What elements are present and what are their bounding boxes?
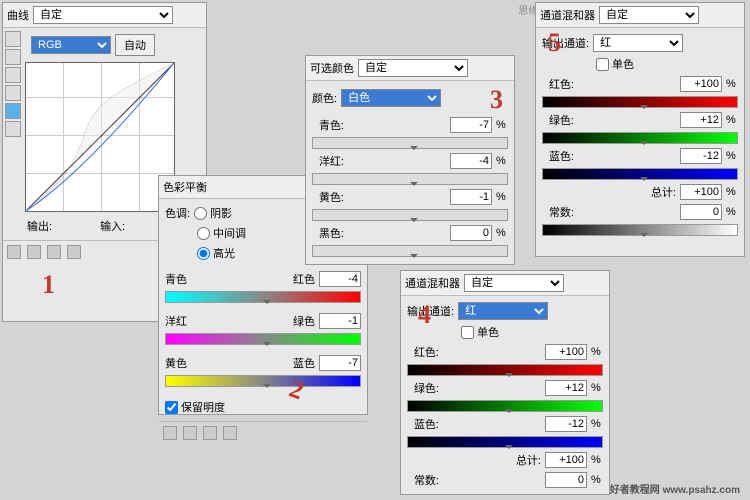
cm4-title: 通道混和器 <box>405 275 460 291</box>
sc-slider-m[interactable] <box>312 173 508 185</box>
sc-m[interactable] <box>450 153 492 169</box>
cb-slider3[interactable] <box>165 375 361 387</box>
cm4-slider-g[interactable] <box>407 400 603 412</box>
eyedropper-white-icon[interactable] <box>5 85 21 101</box>
curve-icon[interactable] <box>5 103 21 119</box>
eye-icon[interactable] <box>183 426 197 440</box>
clip-icon[interactable] <box>7 245 21 259</box>
cm4-b[interactable] <box>545 416 587 432</box>
eyedropper-gray-icon[interactable] <box>5 67 21 83</box>
sc-slider-k[interactable] <box>312 245 508 257</box>
sc-title: 可选颜色 <box>310 60 354 76</box>
tone-label: 色调: <box>165 205 190 221</box>
cb-val1[interactable] <box>319 271 361 287</box>
cm4-slider-r[interactable] <box>407 364 603 376</box>
curves-title: 曲线 <box>7 7 29 23</box>
cyan-label: 青色 <box>165 271 187 287</box>
sc-slider-c[interactable] <box>312 137 508 149</box>
eye-icon[interactable] <box>27 245 41 259</box>
cm4-preset[interactable]: 自定 <box>464 274 564 292</box>
cm5-t[interactable] <box>680 184 722 200</box>
input-label: 输入: <box>100 218 125 234</box>
cm5-preset[interactable]: 自定 <box>599 6 699 24</box>
cb-val3[interactable] <box>319 355 361 371</box>
trash-icon[interactable] <box>67 245 81 259</box>
cm4-t[interactable] <box>545 452 587 468</box>
cm4-out-label: 输出通道: <box>407 303 454 319</box>
sc-colors-label: 颜色: <box>312 90 337 106</box>
curves-channel[interactable]: RGB <box>31 36 111 54</box>
cb-title: 色彩平衡 <box>163 179 207 195</box>
cm5-out[interactable]: 红 <box>593 34 683 52</box>
cm5-mono[interactable]: 单色 <box>596 56 634 72</box>
sc-k[interactable] <box>450 225 492 241</box>
cm5-slider-g[interactable] <box>542 132 738 144</box>
magenta-label: 洋红 <box>165 313 187 329</box>
eyedropper-black-icon[interactable] <box>5 49 21 65</box>
cm4-c[interactable] <box>545 472 587 488</box>
cb-slider1[interactable] <box>165 291 361 303</box>
sc-color-select[interactable]: 白色 <box>341 89 441 107</box>
red-label: 红色 <box>293 271 315 287</box>
reset-icon[interactable] <box>203 426 217 440</box>
pencil-icon[interactable] <box>5 121 21 137</box>
curves-graph[interactable] <box>25 62 175 212</box>
channel-mixer-5: 通道混和器自定 输出通道:红 单色 红色:% 绿色:% 蓝色:% 总计:% 常数… <box>535 2 745 257</box>
cm5-slider-c[interactable] <box>542 224 738 236</box>
cm5-out-label: 输出通道: <box>542 35 589 51</box>
cm4-slider-b[interactable] <box>407 436 603 448</box>
cm5-r[interactable] <box>680 76 722 92</box>
cm5-g[interactable] <box>680 112 722 128</box>
green-label: 绿色 <box>293 313 315 329</box>
sc-c[interactable] <box>450 117 492 133</box>
auto-button[interactable]: 自动 <box>115 34 155 56</box>
midtones-radio[interactable]: 中间调 <box>197 225 246 241</box>
cm4-g[interactable] <box>545 380 587 396</box>
curves-preset[interactable]: 自定 <box>33 6 173 24</box>
highlights-radio[interactable]: 高光 <box>197 245 235 261</box>
cm5-title: 通道混和器 <box>540 7 595 23</box>
channel-mixer-4: 通道混和器自定 输出通道:红 单色 红色:% 绿色:% 蓝色:% 总计:% 常数… <box>400 270 610 495</box>
cm4-out[interactable]: 红 <box>458 302 548 320</box>
shadows-radio[interactable]: 阴影 <box>194 205 232 221</box>
cm5-slider-r[interactable] <box>542 96 738 108</box>
preserve-lum[interactable]: 保留明度 <box>165 399 225 415</box>
cb-slider2[interactable] <box>165 333 361 345</box>
output-label: 输出: <box>27 218 52 234</box>
cm5-b[interactable] <box>680 148 722 164</box>
cm4-mono[interactable]: 单色 <box>461 324 499 340</box>
curves-tools <box>5 31 23 137</box>
cb-val2[interactable] <box>319 313 361 329</box>
clip-icon[interactable] <box>163 426 177 440</box>
selective-color-panel: 可选颜色 自定 颜色: 白色 青色:% 洋红:% 黄色:% 黑色:% <box>305 55 515 265</box>
blue-label: 蓝色 <box>293 355 315 371</box>
reset-icon[interactable] <box>47 245 61 259</box>
cm4-r[interactable] <box>545 344 587 360</box>
cm5-c[interactable] <box>680 204 722 220</box>
cm5-slider-b[interactable] <box>542 168 738 180</box>
sc-y[interactable] <box>450 189 492 205</box>
hand-icon[interactable] <box>5 31 21 47</box>
sc-preset[interactable]: 自定 <box>358 59 468 77</box>
yellow-label: 黄色 <box>165 355 187 371</box>
sc-slider-y[interactable] <box>312 209 508 221</box>
trash-icon[interactable] <box>223 426 237 440</box>
